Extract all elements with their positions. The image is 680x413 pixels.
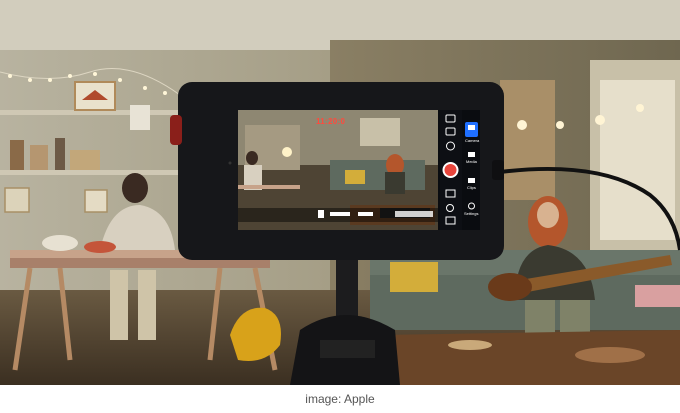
table-item — [575, 347, 645, 363]
mode-label-settings: Settings — [464, 211, 479, 216]
preview-toolbar-meter — [358, 212, 373, 216]
shelf-item — [10, 140, 24, 170]
photo-scene: 11:20:0 Camera Media Clips Settings — [0, 0, 680, 385]
living-room-scene — [0, 0, 680, 385]
shelf-item — [55, 138, 65, 170]
timecode-readout: 11:20:0 — [316, 117, 346, 126]
ceiling-light — [556, 121, 564, 129]
image-caption: image: Apple — [305, 392, 375, 406]
shelf-item — [30, 145, 48, 170]
preview-window — [360, 118, 400, 146]
window-pane — [600, 80, 675, 240]
bowl — [84, 241, 116, 253]
record-button[interactable] — [444, 164, 457, 176]
ceiling-light — [636, 104, 644, 112]
shelf-middle — [0, 170, 185, 175]
monitor-port — [492, 160, 504, 180]
camera-mode-icon — [468, 125, 475, 130]
plant-pot — [42, 235, 78, 251]
preview-toolbar-icon[interactable] — [318, 210, 324, 218]
preview-toolbar-meter — [330, 212, 350, 216]
mode-label-camera: Camera — [465, 138, 480, 143]
ceiling-light — [595, 115, 605, 125]
clips-mode-icon[interactable] — [468, 178, 475, 183]
preview-lamp — [282, 147, 292, 157]
shelf-item — [70, 150, 100, 170]
table-item — [448, 340, 492, 350]
cushion — [635, 285, 680, 307]
preview-audio-bars — [395, 211, 433, 217]
guitar-body — [488, 273, 532, 301]
ceiling-light — [517, 120, 527, 130]
person-left-leg — [138, 270, 156, 340]
media-mode-icon[interactable] — [468, 152, 475, 157]
preview-person-left — [246, 151, 258, 165]
framed-picture — [4, 187, 30, 213]
window-blind — [500, 80, 555, 200]
monitor-side-knob — [170, 115, 182, 145]
mode-label-clips: Clips — [467, 185, 476, 190]
mode-label-media: Media — [466, 159, 477, 164]
preview-sofa — [330, 160, 425, 190]
person-right-face — [537, 202, 559, 228]
framed-picture — [84, 189, 108, 213]
tripod-column — [336, 255, 358, 325]
shelf-item — [130, 105, 150, 130]
tripod-knob — [320, 340, 375, 358]
cushion — [390, 262, 438, 292]
preview-desk — [238, 185, 300, 189]
person-left-hair — [122, 173, 148, 203]
person-left-leg — [110, 270, 128, 340]
